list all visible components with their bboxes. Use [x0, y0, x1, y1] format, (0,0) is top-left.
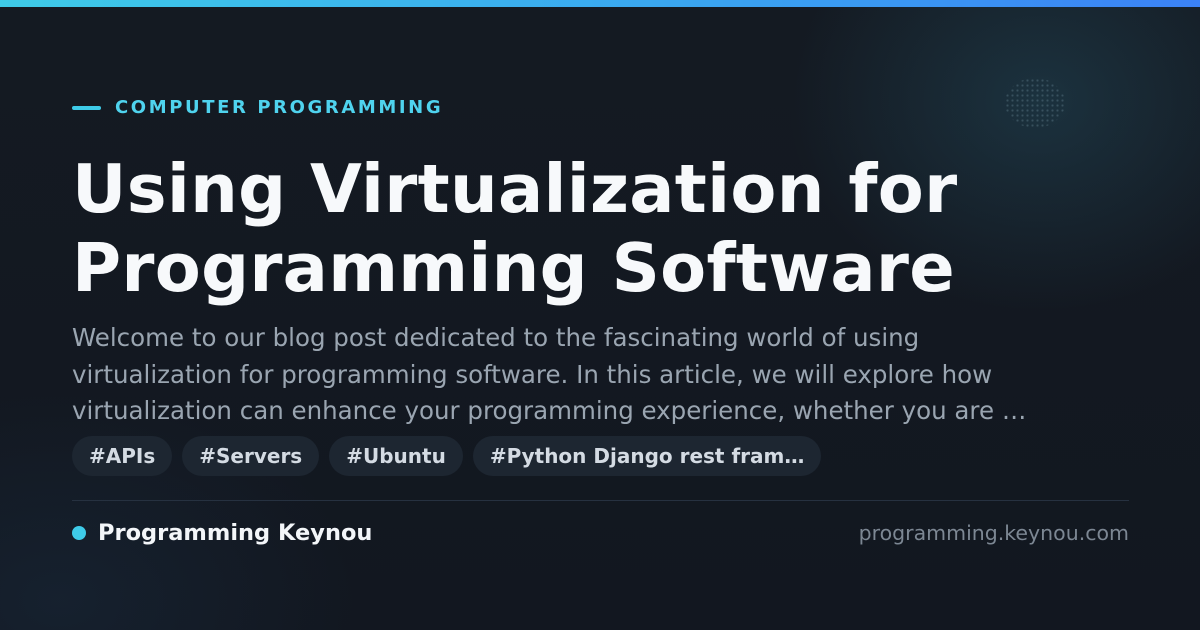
brand-name: Programming Keynou — [98, 520, 373, 546]
category-label[interactable]: COMPUTER PROGRAMMING — [72, 96, 443, 120]
brand[interactable]: Programming Keynou — [72, 520, 372, 546]
decorative-dot-pattern — [1005, 78, 1065, 128]
category-dash-icon — [72, 106, 101, 110]
top-accent-bar — [0, 0, 1200, 7]
post-excerpt: Welcome to our blog post dedicated to th… — [72, 320, 1112, 430]
excerpt-line-2: virtualization for programming software.… — [72, 359, 993, 389]
excerpt-line-3: virtualization can enhance your programm… — [72, 396, 1027, 425]
post-title: Using Virtualization for Programming Sof… — [72, 150, 1129, 308]
title-line-2: Programming Software — [72, 229, 956, 307]
footer: Programming Keynou programming.keynou.co… — [72, 518, 1129, 548]
category-text: COMPUTER PROGRAMMING — [115, 97, 444, 118]
tag-apis[interactable]: #APIs — [72, 436, 173, 476]
site-url[interactable]: programming.keynou.com — [859, 521, 1129, 545]
tag-servers[interactable]: #Servers — [182, 436, 320, 476]
tag-list: #APIs #Servers #Ubuntu #Python Django re… — [72, 436, 822, 476]
tag-python-django[interactable]: #Python Django rest fram… — [472, 436, 822, 476]
brand-dot-icon — [72, 526, 86, 540]
tag-ubuntu[interactable]: #Ubuntu — [329, 436, 463, 476]
title-line-1: Using Virtualization for — [72, 150, 958, 228]
excerpt-line-1: Welcome to our blog post dedicated to th… — [72, 323, 920, 352]
footer-divider — [72, 500, 1129, 501]
